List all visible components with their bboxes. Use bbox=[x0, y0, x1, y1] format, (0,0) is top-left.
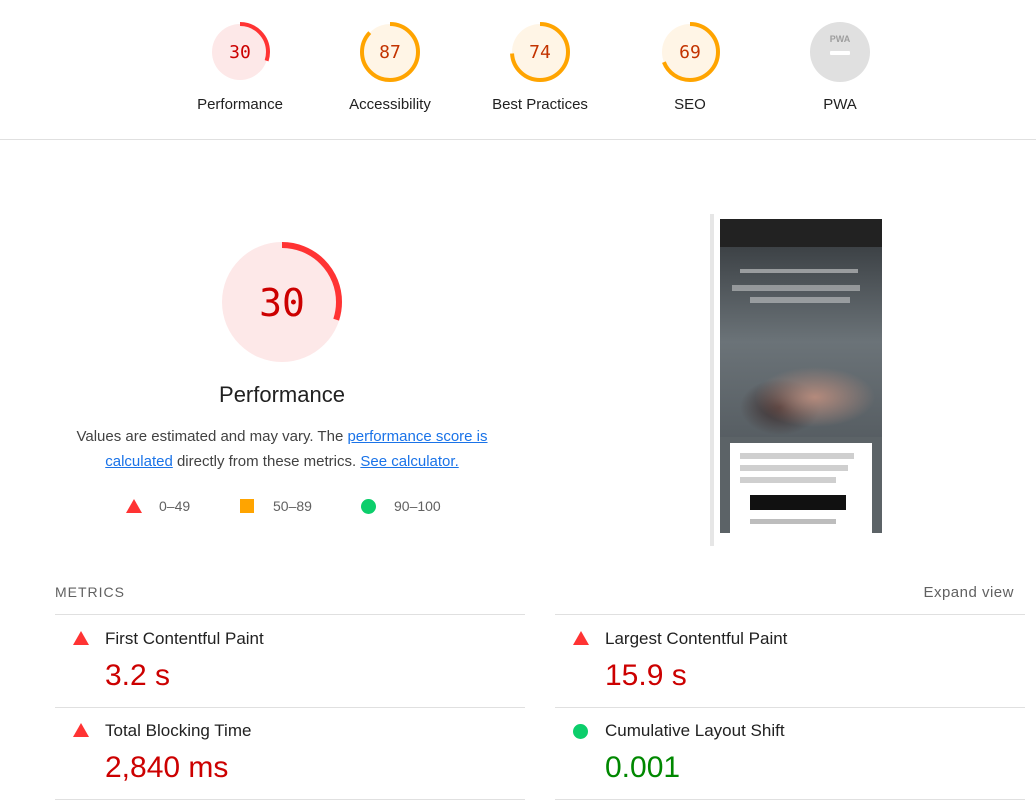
square-icon bbox=[240, 499, 254, 513]
gauge-score: 74 bbox=[529, 42, 551, 63]
thumb-header bbox=[720, 219, 882, 247]
thumb-hero-image bbox=[720, 247, 882, 437]
category-label: Accessibility bbox=[349, 96, 431, 113]
performance-description: Values are estimated and may vary. The p… bbox=[72, 424, 492, 474]
score-legend: 0–49 50–89 90–100 bbox=[126, 498, 486, 518]
best-practices-gauge-icon: 74 bbox=[510, 22, 570, 82]
metric-value: 3.2 s bbox=[105, 659, 171, 692]
pwa-badge-dash bbox=[830, 51, 850, 55]
metric-value: 15.9 s bbox=[605, 659, 687, 692]
metric-value: 0.001 bbox=[605, 751, 681, 784]
legend-range: 50–89 bbox=[273, 498, 312, 514]
metric-cumulative-layout-shift: Cumulative Layout Shift 0.001 bbox=[555, 707, 1025, 799]
divider bbox=[55, 799, 525, 800]
metric-name: Total Blocking Time bbox=[105, 721, 252, 740]
metric-largest-contentful-paint: Largest Contentful Paint 15.9 s bbox=[555, 615, 1025, 707]
metrics-heading: METRICS bbox=[55, 584, 125, 600]
fail-triangle-icon bbox=[73, 631, 89, 645]
performance-big-gauge-icon: 30 bbox=[222, 242, 342, 362]
performance-title: Performance bbox=[219, 382, 345, 407]
metric-value: 2,840 ms bbox=[105, 751, 229, 784]
pwa-badge-text: PWA bbox=[830, 34, 851, 44]
big-gauge-score: 30 bbox=[259, 281, 305, 325]
metric-total-blocking-time: Total Blocking Time 2,840 ms bbox=[55, 707, 525, 799]
desc-text: Values are estimated and may vary. The bbox=[76, 428, 348, 445]
legend-fail: 0–49 bbox=[126, 498, 190, 514]
expand-view-button[interactable]: Expand view bbox=[923, 584, 1014, 601]
metric-name: Cumulative Layout Shift bbox=[605, 721, 785, 740]
legend-range: 0–49 bbox=[159, 498, 191, 514]
category-label: Performance bbox=[197, 96, 283, 113]
category-label: PWA bbox=[823, 96, 857, 113]
legend-pass: 90–100 bbox=[361, 498, 441, 514]
category-seo[interactable]: 69 SEO bbox=[620, 20, 760, 113]
divider bbox=[555, 799, 1025, 800]
category-accessibility[interactable]: 87 Accessibility bbox=[320, 20, 460, 113]
category-label: SEO bbox=[674, 96, 706, 113]
legend-range: 90–100 bbox=[394, 498, 441, 514]
metric-first-contentful-paint: First Contentful Paint 3.2 s bbox=[55, 615, 525, 707]
triangle-icon bbox=[126, 499, 142, 513]
gauge-score: 30 bbox=[229, 42, 251, 63]
category-performance[interactable]: 30 Performance bbox=[170, 20, 310, 113]
performance-summary: 30 Performance Values are estimated and … bbox=[62, 240, 502, 474]
circle-icon bbox=[361, 498, 376, 514]
thumb-card bbox=[730, 443, 872, 533]
metric-name: First Contentful Paint bbox=[105, 629, 264, 648]
see-calculator-link[interactable]: See calculator. bbox=[360, 453, 458, 470]
seo-gauge-icon: 69 bbox=[660, 22, 720, 82]
screenshot-frame-bar bbox=[710, 214, 714, 546]
fail-triangle-icon bbox=[573, 631, 589, 645]
fail-triangle-icon bbox=[73, 723, 89, 737]
pwa-badge-icon: PWA bbox=[810, 22, 870, 82]
performance-gauge-icon: 30 bbox=[210, 22, 270, 82]
category-label: Best Practices bbox=[492, 96, 588, 113]
accessibility-gauge-icon: 87 bbox=[360, 22, 420, 82]
final-screenshot-thumbnail[interactable] bbox=[720, 219, 882, 533]
metric-name: Largest Contentful Paint bbox=[605, 629, 788, 648]
legend-average: 50–89 bbox=[240, 498, 312, 514]
category-bar: 30 Performance 87 Accessibility 74 Best … bbox=[0, 0, 1036, 140]
gauge-score: 69 bbox=[679, 42, 701, 63]
pass-circle-icon bbox=[573, 724, 588, 739]
category-pwa[interactable]: PWA PWA bbox=[770, 20, 910, 113]
desc-text: directly from these metrics. bbox=[172, 453, 361, 470]
gauge-score: 87 bbox=[379, 42, 401, 63]
category-best-practices[interactable]: 74 Best Practices bbox=[470, 20, 610, 113]
